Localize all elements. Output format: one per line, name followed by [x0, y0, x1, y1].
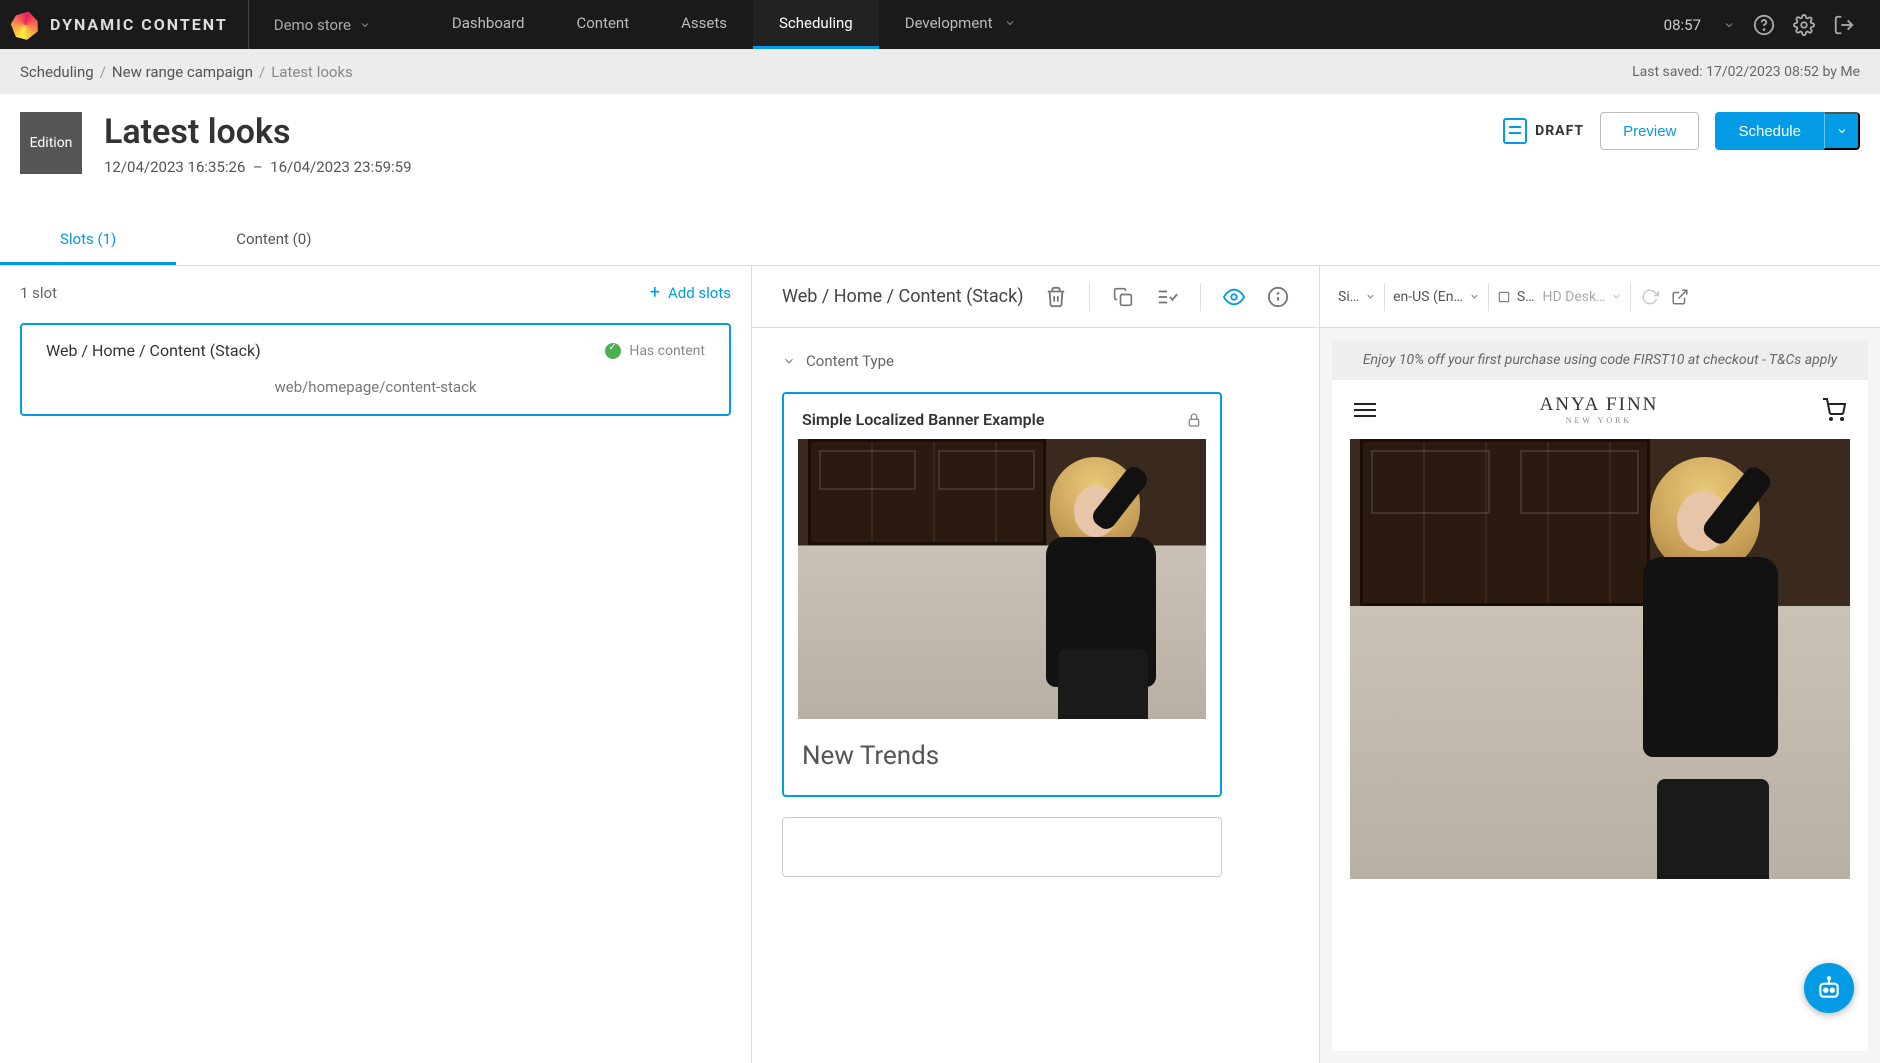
- content-card-image: [798, 439, 1206, 719]
- slot-status: Has content: [605, 343, 705, 359]
- chevron-down-icon: [1365, 291, 1376, 302]
- add-slots-button[interactable]: + Add slots: [650, 282, 731, 303]
- nav-tab-dashboard[interactable]: Dashboard: [426, 0, 551, 49]
- locale-select[interactable]: en-US (En…: [1393, 289, 1480, 305]
- content-title: Web / Home / Content (Stack): [782, 286, 1024, 307]
- bot-icon: [1816, 975, 1842, 1001]
- help-icon[interactable]: [1753, 14, 1775, 36]
- nav-tabs: Dashboard Content Assets Scheduling Deve…: [426, 0, 1043, 49]
- list-check-icon[interactable]: [1156, 286, 1178, 308]
- main: 1 slot + Add slots Web / Home / Content …: [0, 266, 1880, 1063]
- tab-slots[interactable]: Slots (1): [0, 216, 176, 265]
- preview-surface: Enjoy 10% off your first purchase using …: [1320, 328, 1880, 1063]
- app-logo[interactable]: [0, 0, 50, 49]
- chevron-down-icon: [1611, 291, 1622, 302]
- rotate-icon[interactable]: [1639, 286, 1661, 308]
- promo-bar: Enjoy 10% off your first purchase using …: [1332, 340, 1868, 380]
- device-icon: [1497, 290, 1511, 304]
- store-label: Demo store: [274, 16, 351, 34]
- slot-card[interactable]: Web / Home / Content (Stack) Has content…: [20, 323, 731, 416]
- device-long-select[interactable]: HD Desk…: [1543, 289, 1623, 305]
- content-panel: Web / Home / Content (Stack): [752, 266, 1320, 1063]
- date-range: 12/04/2023 16:35:26 – 16/04/2023 23:59:5…: [104, 158, 412, 176]
- status-badge: DRAFT: [1503, 118, 1584, 144]
- content-type-header[interactable]: Content Type: [782, 352, 1289, 370]
- store-picker[interactable]: Demo store: [248, 0, 396, 49]
- chevron-down-icon: [359, 19, 371, 31]
- slot-path: web/homepage/content-stack: [46, 378, 705, 396]
- preview-panel: Si… en-US (En… S… HD Desk…: [1320, 266, 1880, 1063]
- draft-icon: [1503, 118, 1527, 144]
- crumb-scheduling[interactable]: Scheduling: [20, 63, 94, 81]
- clock: 08:57: [1664, 16, 1701, 34]
- page-tabs: Slots (1) Content (0): [0, 216, 1880, 266]
- crumb-campaign[interactable]: New range campaign: [112, 63, 253, 81]
- preview-header: ANYA FINN NEW YORK: [1332, 380, 1868, 439]
- preview-toolbar: Si… en-US (En… S… HD Desk…: [1320, 266, 1880, 328]
- logout-icon[interactable]: [1833, 14, 1855, 36]
- slot-title: Web / Home / Content (Stack): [46, 341, 261, 360]
- gear-icon[interactable]: [1793, 14, 1815, 36]
- top-nav: DYNAMIC CONTENT Demo store Dashboard Con…: [0, 0, 1880, 49]
- slots-panel: 1 slot + Add slots Web / Home / Content …: [0, 266, 752, 1063]
- tab-content[interactable]: Content (0): [176, 216, 371, 265]
- copy-icon[interactable]: [1112, 286, 1134, 308]
- preview-hero-image: [1350, 439, 1850, 879]
- info-icon[interactable]: [1267, 286, 1289, 308]
- check-icon: [605, 343, 621, 359]
- chevron-down-icon: [1836, 125, 1848, 137]
- eye-icon[interactable]: [1223, 286, 1245, 308]
- slot-count: 1 slot: [20, 284, 57, 302]
- nav-tab-development[interactable]: Development: [879, 0, 1043, 49]
- nav-tab-scheduling[interactable]: Scheduling: [753, 0, 879, 49]
- preview-mode-select[interactable]: Si…: [1338, 289, 1376, 305]
- preview-logo: ANYA FINN NEW YORK: [1540, 394, 1659, 425]
- preview-frame: Enjoy 10% off your first purchase using …: [1332, 340, 1868, 1051]
- content-card-title: Simple Localized Banner Example: [802, 410, 1044, 429]
- nav-tab-content[interactable]: Content: [550, 0, 655, 49]
- last-saved: Last saved: 17/02/2023 08:52 by Me: [1632, 64, 1860, 80]
- brand-name: DYNAMIC CONTENT: [50, 15, 248, 34]
- external-icon[interactable]: [1669, 286, 1691, 308]
- chevron-down-icon: [1469, 291, 1480, 302]
- nav-tab-assets[interactable]: Assets: [655, 0, 753, 49]
- lock-icon: [1186, 412, 1202, 428]
- page-header: Edition Latest looks 12/04/2023 16:35:26…: [0, 94, 1880, 186]
- delete-icon[interactable]: [1045, 286, 1067, 308]
- content-card[interactable]: Simple Localized Banner Example New Tren…: [782, 392, 1222, 797]
- cart-icon[interactable]: [1822, 398, 1846, 422]
- crumb-current: Latest looks: [271, 63, 353, 81]
- schedule-caret[interactable]: [1824, 112, 1860, 150]
- hamburger-icon[interactable]: [1354, 403, 1376, 417]
- chevron-down-icon[interactable]: [1723, 19, 1735, 31]
- content-card-empty[interactable]: [782, 817, 1222, 877]
- chevron-down-icon: [782, 354, 796, 368]
- device-short-select[interactable]: S…: [1497, 289, 1535, 305]
- preview-button[interactable]: Preview: [1600, 112, 1699, 150]
- chevron-down-icon: [1004, 17, 1016, 29]
- chat-fab[interactable]: [1804, 963, 1854, 1013]
- breadcrumb: Scheduling / New range campaign / Latest…: [0, 49, 1880, 94]
- edition-badge: Edition: [20, 112, 82, 174]
- page-title: Latest looks: [104, 112, 412, 152]
- schedule-split-button: Schedule: [1715, 112, 1860, 150]
- schedule-button[interactable]: Schedule: [1715, 112, 1824, 150]
- content-card-caption: New Trends: [784, 719, 1220, 795]
- plus-icon: +: [650, 282, 660, 303]
